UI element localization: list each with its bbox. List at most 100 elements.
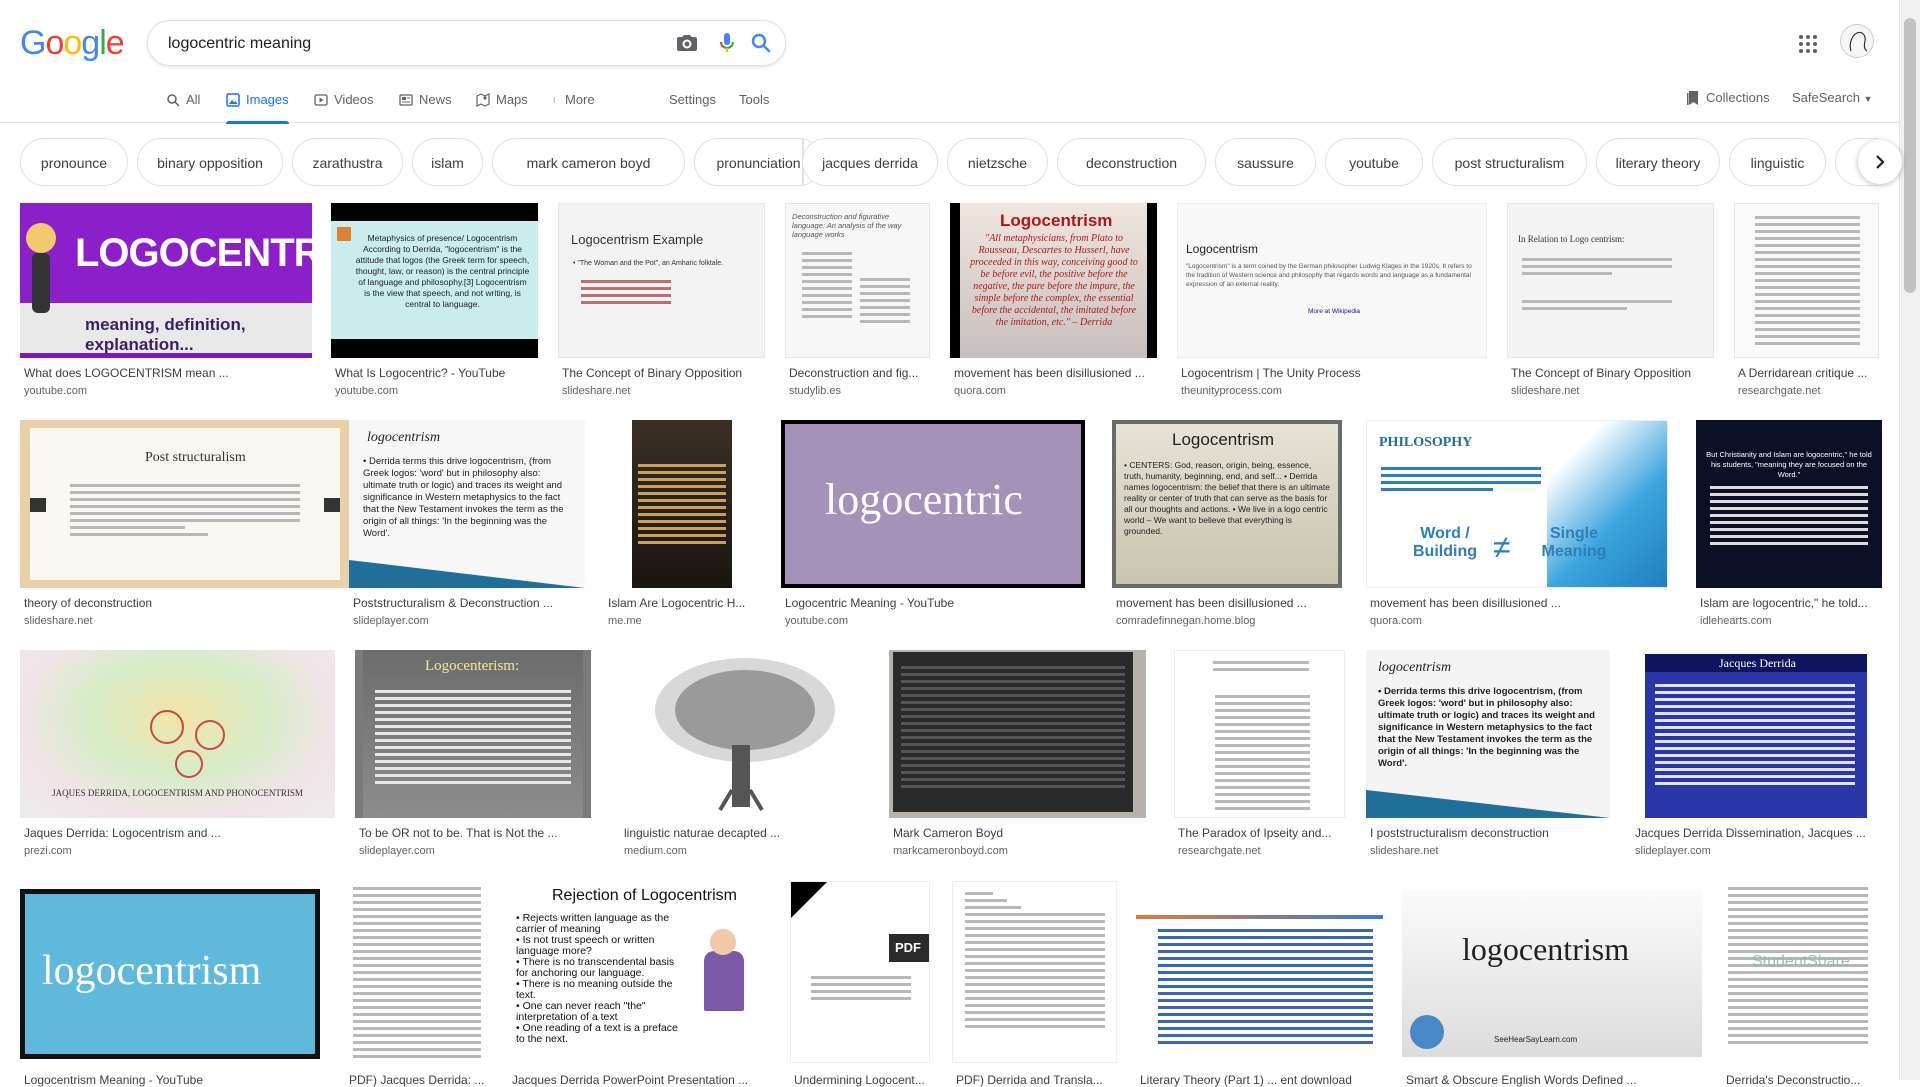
chip[interactable]: mark cameron boyd <box>492 138 685 186</box>
collections-link[interactable]: Collections <box>1686 90 1770 106</box>
result-title[interactable]: Undermining Logocent... <box>794 1073 930 1087</box>
chip[interactable]: youtube <box>1325 138 1423 186</box>
image-result[interactable]: Logocentrism • CENTERS: God, reason, ori… <box>1112 420 1342 630</box>
image-result[interactable]: Metaphysics of presence/ Logocentrism Ac… <box>331 203 538 403</box>
image-result[interactable]: StudentShare Derrida's Deconstructio... <box>1722 881 1880 1087</box>
google-logo[interactable]: Google <box>20 24 125 63</box>
result-site[interactable]: prezi.com <box>24 845 72 857</box>
result-site[interactable]: researchgate.net <box>1178 845 1261 857</box>
result-site[interactable]: quora.com <box>954 385 1006 397</box>
result-title[interactable]: movement has been disillusioned ... <box>1370 596 1662 610</box>
result-title[interactable]: PDF) Derrida and Transla... <box>956 1073 1116 1087</box>
chips-next-button[interactable] <box>1858 140 1902 184</box>
camera-icon[interactable] <box>675 31 699 55</box>
tab-news[interactable]: News <box>399 90 452 122</box>
result-title[interactable]: Deconstruction and fig... <box>789 366 929 380</box>
chip[interactable]: islam <box>412 138 483 186</box>
chip[interactable]: saussure <box>1215 138 1316 186</box>
result-title[interactable]: Jaques Derrida: Logocentrism and ... <box>24 826 329 840</box>
image-result[interactable]: PDF) Derrida and Transla... <box>952 881 1117 1087</box>
result-site[interactable]: slideplayer.com <box>359 845 435 857</box>
result-site[interactable]: medium.com <box>624 845 687 857</box>
tab-maps[interactable]: Maps <box>476 90 528 122</box>
tools-link[interactable]: Tools <box>739 90 769 122</box>
result-site[interactable]: me.me <box>608 615 642 627</box>
result-title[interactable]: Islam are logocentric," he told... <box>1700 596 1880 610</box>
result-site[interactable]: youtube.com <box>24 385 87 397</box>
image-result[interactable]: Islam Are Logocentric H... me.me <box>604 420 762 630</box>
image-result[interactable]: Logocentrism Example • "The Woman and th… <box>558 203 765 403</box>
result-title[interactable]: movement has been disillusioned ... <box>954 366 1154 380</box>
image-result[interactable]: Jacques Derrida Jacques Derrida Dissemin… <box>1631 650 1881 860</box>
result-site[interactable]: slideshare.net <box>24 615 93 627</box>
chip[interactable]: post structuralism <box>1432 138 1587 186</box>
account-avatar[interactable] <box>1840 24 1874 58</box>
image-result[interactable]: LOGOCENTRISM meaning, definition, explan… <box>20 203 312 403</box>
chip[interactable]: nietzsche <box>947 138 1048 186</box>
settings-link[interactable]: Settings <box>669 90 716 122</box>
image-result[interactable]: JAQUES DERRIDA, LOGOCENTRISM AND PHONOCE… <box>20 650 335 860</box>
result-site[interactable]: comradefinnegan.home.blog <box>1116 615 1255 627</box>
image-result[interactable]: Rejection of Logocentrism • Rejects writ… <box>508 881 768 1087</box>
image-result[interactable]: PDF Undermining Logocent... <box>790 881 930 1087</box>
result-title[interactable]: movement has been disillusioned ... <box>1116 596 1336 610</box>
result-title[interactable]: Jacques Derrida PowerPoint Presentation … <box>512 1073 762 1087</box>
image-result[interactable]: linguistic naturae decapted ... medium.c… <box>620 650 864 860</box>
result-site[interactable]: youtube.com <box>335 385 398 397</box>
result-title[interactable]: Literary Theory (Part 1) ... ent downloa… <box>1140 1073 1380 1087</box>
result-site[interactable]: slideplayer.com <box>353 615 429 627</box>
result-site[interactable]: slideshare.net <box>1511 385 1580 397</box>
result-title[interactable]: The Paradox of Ipseity and... <box>1178 826 1343 840</box>
result-title[interactable]: The Concept of Binary Opposition <box>562 366 762 380</box>
result-title[interactable]: A Derridarean critique ... <box>1738 366 1878 380</box>
result-title[interactable]: PDF) Jacques Derrida: ... <box>349 1073 489 1087</box>
search-icon[interactable] <box>749 31 773 55</box>
image-result[interactable]: PHILOSOPHY Word / Building ≠ Single Mean… <box>1366 420 1668 630</box>
chip[interactable]: linguistic <box>1729 138 1826 186</box>
image-result[interactable]: In Relation to Logo centrism: The Concep… <box>1507 203 1714 403</box>
image-result[interactable]: Logocenterism: To be OR not to be. That … <box>355 650 591 860</box>
image-result[interactable]: The Paradox of Ipseity and... researchga… <box>1174 650 1345 860</box>
result-site[interactable]: youtube.com <box>785 615 848 627</box>
result-title[interactable]: Mark Cameron Boyd <box>893 826 1140 840</box>
result-site[interactable]: quora.com <box>1370 615 1422 627</box>
result-site[interactable]: slideshare.net <box>562 385 631 397</box>
result-title[interactable]: Poststructuralism & Deconstruction ... <box>353 596 579 610</box>
image-result[interactable]: logocentrism Logocentrism Meaning - YouT… <box>20 881 320 1087</box>
image-result[interactable]: A Derridarean critique ... researchgate.… <box>1734 203 1879 403</box>
image-result[interactable]: logocentrism • Derrida terms this drive … <box>349 420 585 630</box>
result-title[interactable]: Logocentrism | The Unity Process <box>1181 366 1481 380</box>
result-title[interactable]: linguistic naturae decapted ... <box>624 826 858 840</box>
result-site[interactable]: studylib.es <box>789 385 841 397</box>
result-title[interactable]: I poststructuralism deconstruction <box>1370 826 1604 840</box>
result-title[interactable]: Derrida's Deconstructio... <box>1726 1073 1876 1087</box>
chip[interactable]: literary theory <box>1596 138 1720 186</box>
result-title[interactable]: Smart & Obscure English Words Defined ..… <box>1406 1073 1696 1087</box>
result-site[interactable]: slideshare.net <box>1370 845 1439 857</box>
tab-videos[interactable]: Videos <box>314 90 374 122</box>
result-title[interactable]: Islam Are Logocentric H... <box>608 596 758 610</box>
chip[interactable]: binary opposition <box>137 138 283 186</box>
chip[interactable]: pronounce <box>20 138 128 186</box>
page-scrollbar[interactable] <box>1899 0 1920 1080</box>
apps-grid-icon[interactable] <box>1796 32 1820 56</box>
safesearch-dropdown[interactable]: SafeSearch ▼ <box>1792 90 1872 105</box>
tab-more[interactable]: More <box>553 90 595 122</box>
result-site[interactable]: slideplayer.com <box>1635 845 1711 857</box>
image-result[interactable]: Literary Theory (Part 1) ... ent downloa… <box>1136 881 1383 1087</box>
tab-images[interactable]: Images <box>226 90 289 124</box>
chip[interactable]: jacques derrida <box>802 138 938 186</box>
image-result[interactable]: Logocentrism "Logocentrism" is a term co… <box>1177 203 1487 403</box>
image-result[interactable]: But Christianity and Islam are logocentr… <box>1696 420 1882 630</box>
image-result[interactable]: Logocentrism "All metaphysicians, from P… <box>950 203 1157 403</box>
chat-icon[interactable] <box>1410 1015 1444 1049</box>
result-title[interactable]: Logocentric Meaning - YouTube <box>785 596 1079 610</box>
result-site[interactable]: idlehearts.com <box>1700 615 1772 627</box>
scrollbar-thumb[interactable] <box>1904 18 1916 293</box>
result-site[interactable]: theunityprocess.com <box>1181 385 1282 397</box>
chip[interactable]: deconstruction <box>1057 138 1206 186</box>
image-result[interactable]: PDF) Jacques Derrida: ... <box>345 881 491 1087</box>
image-result[interactable]: logocentric Logocentric Meaning - YouTub… <box>781 420 1085 630</box>
microphone-icon[interactable] <box>715 31 739 55</box>
result-title[interactable]: The Concept of Binary Opposition <box>1511 366 1711 380</box>
